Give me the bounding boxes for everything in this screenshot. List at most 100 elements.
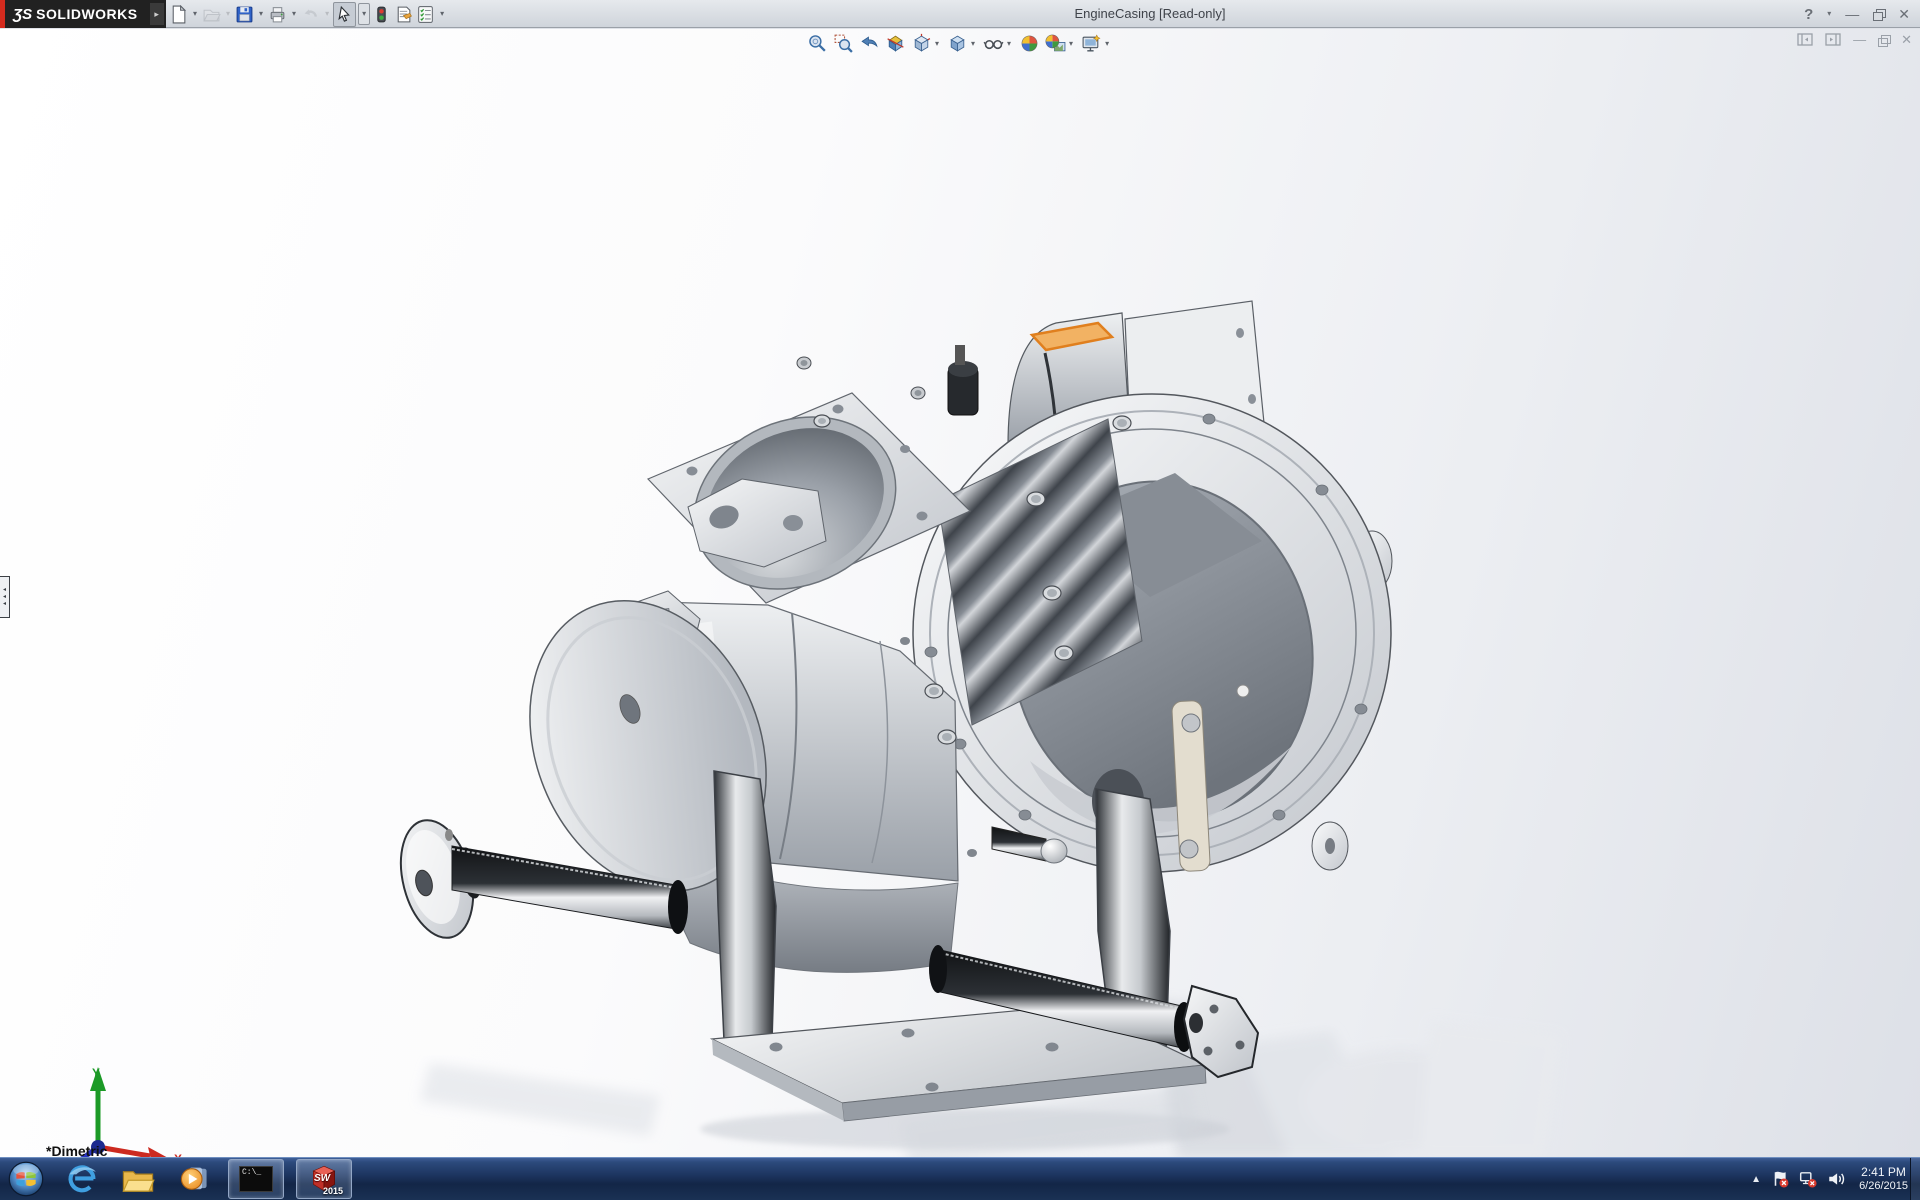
tab-arrow-icon: ◂: [3, 601, 6, 607]
undo-dropdown[interactable]: ▾: [322, 10, 332, 18]
zoom-to-fit-button[interactable]: [806, 32, 829, 55]
show-left-pane-button[interactable]: [1797, 33, 1813, 46]
print-icon: [268, 5, 287, 24]
view-orientation-dropdown[interactable]: ▾: [932, 40, 942, 48]
save-floppy-icon: [235, 5, 254, 24]
open-button[interactable]: [201, 3, 222, 26]
headsup-view-toolbar: ▾ ▾ ▾: [806, 32, 1113, 55]
logo-wordmark: SOLIDWORKS: [36, 6, 147, 22]
section-view-button[interactable]: [884, 32, 907, 55]
options-button[interactable]: [415, 3, 436, 26]
tab-arrow-icon: ◂: [3, 587, 6, 593]
zoom-to-fit-icon: [807, 33, 828, 54]
display-style-dropdown[interactable]: ▾: [968, 40, 978, 48]
start-button[interactable]: [4, 1159, 48, 1199]
doc-restore-button[interactable]: [1878, 35, 1889, 45]
view-settings-dropdown[interactable]: ▾: [1102, 40, 1112, 48]
view-settings-button[interactable]: ▾: [1080, 32, 1113, 55]
view-settings-icon: [1081, 33, 1102, 54]
show-right-pane-button[interactable]: [1825, 33, 1841, 46]
edit-appearance-button[interactable]: [1018, 32, 1041, 55]
media-player-button[interactable]: [172, 1159, 216, 1199]
save-button[interactable]: [234, 3, 255, 26]
apply-scene-dropdown[interactable]: ▾: [1066, 40, 1076, 48]
graphics-viewport[interactable]: ▾ ▾ ▾: [0, 29, 1920, 1157]
open-folder-icon: [202, 5, 221, 24]
hide-show-items-button[interactable]: ▾: [982, 32, 1015, 55]
windows-taskbar: C:\_ SW 2015 ▲: [0, 1157, 1920, 1200]
show-desktop-button[interactable]: [1910, 1158, 1920, 1200]
minimize-button[interactable]: —: [1845, 7, 1859, 21]
command-prompt-button[interactable]: C:\_: [228, 1159, 284, 1199]
command-prompt-icon: C:\_: [239, 1166, 273, 1192]
menu-flyout-arrow[interactable]: ▸: [150, 3, 164, 25]
appearance-ball-icon: [1019, 33, 1040, 54]
save-dropdown[interactable]: ▾: [256, 10, 266, 18]
rebuild-button[interactable]: [371, 3, 392, 26]
solidworks-logo: ƷS SOLIDWORKS ▸: [0, 0, 166, 28]
new-document-button[interactable]: [168, 3, 189, 26]
document-window-controls: — ✕: [1797, 33, 1912, 46]
taskbar-clock[interactable]: 2:41 PM 6/26/2015: [1855, 1165, 1908, 1194]
internet-explorer-icon: [66, 1163, 98, 1195]
media-player-icon: [178, 1163, 210, 1195]
solidworks-cube-icon: SW 2015: [307, 1163, 341, 1195]
sw-year-badge: 2015: [323, 1186, 343, 1196]
select-tool-button[interactable]: [333, 2, 356, 27]
open-dropdown[interactable]: ▾: [223, 10, 233, 18]
help-dropdown[interactable]: ▾: [1827, 10, 1831, 18]
apply-scene-button[interactable]: ▾: [1044, 32, 1077, 55]
engine-casing-model[interactable]: [0, 29, 1920, 1157]
previous-view-icon: [859, 33, 880, 54]
zoom-to-area-button[interactable]: [832, 32, 855, 55]
internet-explorer-button[interactable]: [60, 1159, 104, 1199]
display-style-icon: [947, 33, 968, 54]
volume-icon[interactable]: [1827, 1170, 1845, 1188]
windows-start-orb-icon: [8, 1161, 44, 1197]
solidworks-2015-button[interactable]: SW 2015: [296, 1159, 352, 1199]
folder-icon: [121, 1164, 155, 1194]
standard-toolbar: ▾ ▾ ▾ ▾: [168, 1, 447, 27]
print-dropdown[interactable]: ▾: [289, 10, 299, 18]
view-orientation-button[interactable]: ▾: [910, 32, 943, 55]
titlebar: ƷS SOLIDWORKS ▸ ▾ ▾ ▾: [0, 0, 1920, 28]
display-style-button[interactable]: ▾: [946, 32, 979, 55]
select-dropdown-box[interactable]: ▾: [358, 3, 370, 25]
view-orientation-icon: [911, 33, 932, 54]
window-controls: ? ▾ — ✕: [1804, 0, 1910, 28]
help-button[interactable]: ?: [1804, 7, 1813, 22]
traffic-light-icon: [372, 5, 391, 24]
hide-show-items-dropdown[interactable]: ▾: [1004, 40, 1014, 48]
ds-logo-mark: ƷS: [5, 6, 36, 23]
eyeglasses-icon: [983, 33, 1004, 54]
undo-button[interactable]: [300, 3, 321, 26]
doc-minimize-button[interactable]: —: [1853, 33, 1866, 46]
show-hidden-icons-button[interactable]: ▲: [1751, 1174, 1761, 1185]
network-disconnected-icon[interactable]: [1799, 1170, 1817, 1188]
options-dropdown[interactable]: ▾: [437, 10, 447, 18]
new-dropdown[interactable]: ▾: [190, 10, 200, 18]
windows-explorer-button[interactable]: [116, 1159, 160, 1199]
apply-scene-icon: [1045, 33, 1066, 54]
clock-time: 2:41 PM: [1859, 1165, 1908, 1180]
sw-letters: SW: [314, 1173, 330, 1184]
section-view-icon: [885, 33, 906, 54]
new-document-icon: [169, 5, 188, 24]
select-cursor-icon: [335, 5, 354, 24]
options-checklist-icon: [416, 5, 435, 24]
triad-y-label: Y: [92, 1066, 100, 1080]
solidworks-window: ▾ ▾ ▾: [0, 0, 1920, 1200]
system-tray: ▲ 2:41 PM 6/26/2015: [1751, 1158, 1908, 1200]
file-properties-icon: [394, 5, 413, 24]
clock-date: 6/26/2015: [1859, 1180, 1908, 1194]
print-button[interactable]: [267, 3, 288, 26]
doc-close-button[interactable]: ✕: [1901, 33, 1912, 46]
file-properties-button[interactable]: [393, 3, 414, 26]
previous-view-button[interactable]: [858, 32, 881, 55]
feature-panel-flyout-tab[interactable]: ◂ ◂ ◂: [0, 576, 10, 618]
restore-button[interactable]: [1873, 9, 1884, 19]
close-button[interactable]: ✕: [1898, 7, 1910, 21]
cmd-prompt-text: C:\_: [242, 1168, 261, 1177]
undo-icon: [301, 5, 320, 24]
action-center-flag-icon[interactable]: [1771, 1170, 1789, 1188]
